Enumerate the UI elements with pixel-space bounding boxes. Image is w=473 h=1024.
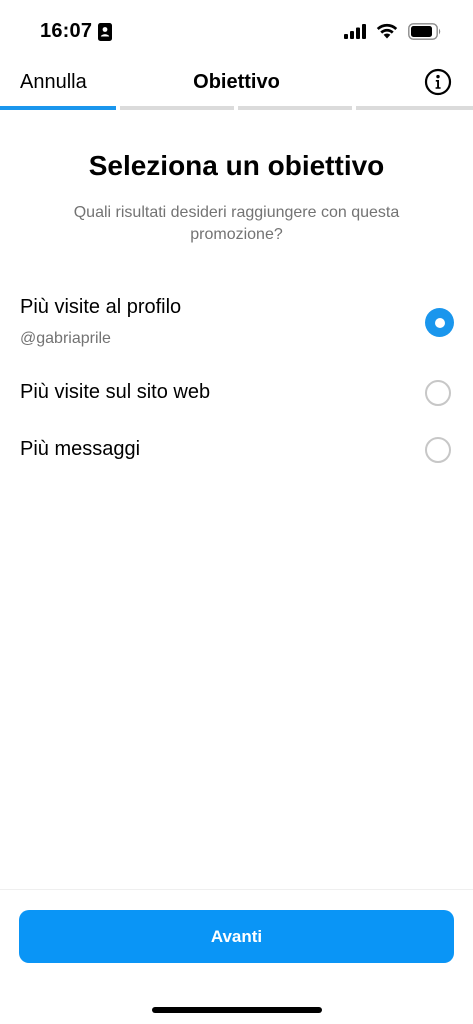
nav-header: Annulla Obiettivo (0, 62, 473, 108)
progress-step-3 (238, 106, 352, 110)
step-progress (0, 106, 473, 110)
id-card-icon (98, 23, 112, 41)
progress-step-1 (0, 106, 116, 110)
option-label: Più messaggi (20, 438, 141, 460)
wifi-icon (376, 23, 398, 39)
radio-unselected[interactable] (425, 380, 451, 406)
page-title: Obiettivo (193, 71, 280, 93)
status-bar: 16:07 (0, 0, 473, 64)
option-profile-visits[interactable]: Più visite al profilo @gabriaprile (0, 290, 473, 354)
option-website-visits[interactable]: Più visite sul sito web (0, 372, 473, 416)
battery-icon (408, 23, 441, 40)
status-time: 16:07 (40, 20, 93, 42)
main-subheading: Quali risultati desideri raggiungere con… (73, 204, 400, 243)
cellular-signal-icon (344, 24, 366, 39)
progress-step-4 (356, 106, 473, 110)
option-messages[interactable]: Più messaggi (0, 429, 473, 473)
radio-unselected[interactable] (425, 437, 451, 463)
next-button[interactable]: Avanti (19, 910, 454, 963)
progress-step-2 (120, 106, 234, 110)
home-indicator[interactable] (152, 1007, 322, 1013)
option-label: Più visite al profilo (20, 296, 182, 318)
info-icon[interactable] (424, 68, 452, 96)
footer-divider (0, 889, 473, 890)
option-label: Più visite sul sito web (20, 381, 211, 403)
main-heading: Seleziona un obiettivo (88, 150, 385, 181)
option-sublabel: @gabriaprile (20, 330, 111, 347)
radio-selected[interactable] (425, 308, 454, 337)
